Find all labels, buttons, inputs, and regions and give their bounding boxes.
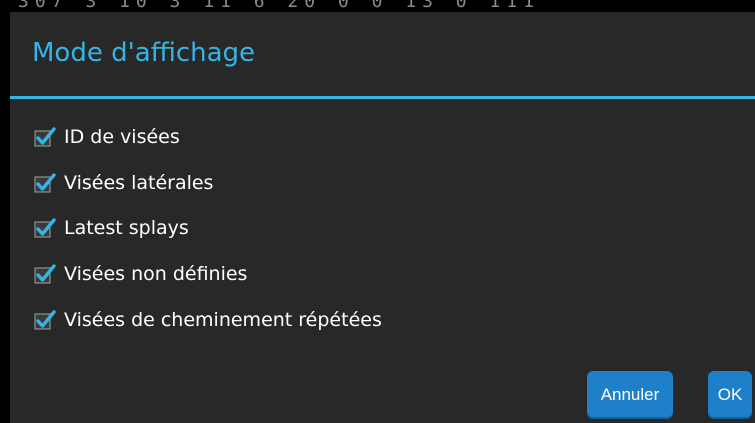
ok-button[interactable]: OK [708,371,752,419]
display-mode-dialog: Mode d'affichage ID de visées Visées lat… [10,12,755,423]
option-label: Visées non définies [64,263,248,285]
option-station-ids[interactable]: ID de visées [34,115,180,159]
cancel-button[interactable]: Annuler [587,371,673,419]
option-label: Visées de cheminement répétées [64,309,382,331]
background-text: 307 3 10 3 11 6 20 0 0 13 0 111 [18,0,540,12]
dialog-title: Mode d'affichage [32,38,256,68]
option-label: Visées latérales [64,172,214,194]
checkbox-checked-icon[interactable] [34,217,56,239]
title-divider [10,96,755,99]
option-label: Latest splays [64,217,189,239]
checkbox-checked-icon[interactable] [34,126,56,148]
option-undefined-shots[interactable]: Visées non définies [34,252,247,296]
option-lateral-shots[interactable]: Visées latérales [34,161,213,205]
option-label: ID de visées [64,126,180,148]
option-repeated-leg-shots[interactable]: Visées de cheminement répétées [34,298,382,342]
checkbox-checked-icon[interactable] [34,263,56,285]
option-latest-splays[interactable]: Latest splays [34,206,189,250]
checkbox-checked-icon[interactable] [34,309,56,331]
checkbox-checked-icon[interactable] [34,172,56,194]
background-activity: 307 3 10 3 11 6 20 0 0 13 0 111 [0,0,755,12]
